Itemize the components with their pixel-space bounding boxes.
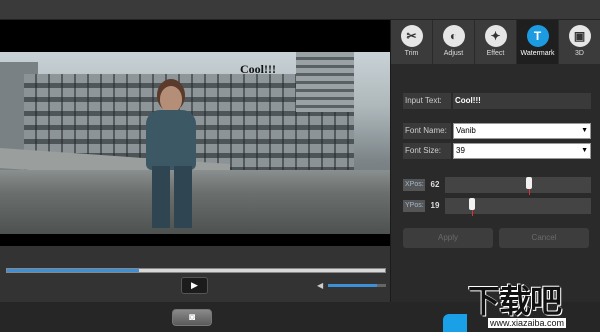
xpos-slider-tick xyxy=(529,189,530,195)
tab-label: Watermark xyxy=(520,50,555,57)
watermark-overlay-text: Cool!!! xyxy=(240,62,276,76)
chevron-down-icon: ▼ xyxy=(581,147,588,154)
ypos-slider-tick xyxy=(472,210,473,216)
ypos-row: YPos: 19 xyxy=(403,198,591,216)
site-logo-url: www.xiazaiba.com xyxy=(488,318,567,328)
cancel-button[interactable]: Cancel xyxy=(499,228,589,248)
xpos-slider[interactable] xyxy=(445,177,591,195)
snapshot-button[interactable]: ◙ xyxy=(172,309,212,326)
font-size-label: Font Size: xyxy=(403,143,451,159)
person-head xyxy=(160,86,182,112)
font-name-select[interactable]: Vanib ▼ xyxy=(453,123,591,139)
font-size-row: Font Size: 39 ▼ xyxy=(403,143,591,159)
play-icon: ▶ xyxy=(191,280,198,290)
tab-3d[interactable]: ▣ 3D xyxy=(559,20,600,64)
apply-button[interactable]: Apply xyxy=(403,228,493,248)
speaker-icon[interactable]: ◀ xyxy=(317,281,323,290)
input-text-row: Input Text: Cool!!! xyxy=(403,93,591,109)
font-name-value: Vanib xyxy=(456,126,476,135)
tower xyxy=(296,52,354,112)
font-name-label: Font Name: xyxy=(403,123,451,139)
tab-effect[interactable]: ✦ Effect xyxy=(475,20,517,64)
video-preview: Cool!!! xyxy=(0,20,390,246)
playback-controls: ▶ ◀ xyxy=(0,246,390,302)
seek-progress xyxy=(7,269,140,272)
tab-label: Trim xyxy=(404,50,419,57)
xpos-label: XPos: xyxy=(403,179,425,191)
input-text-field[interactable]: Cool!!! xyxy=(453,93,591,109)
person-body xyxy=(146,110,196,170)
play-button[interactable]: ▶ xyxy=(181,277,208,294)
tab-bar: ✂ Trim ◐ Adjust ✦ Effect T Watermark ▣ 3D xyxy=(391,20,600,64)
tab-label: 3D xyxy=(575,50,584,57)
font-size-value: 39 xyxy=(456,146,465,155)
blue-button-fragment[interactable] xyxy=(443,314,467,332)
person xyxy=(140,86,202,232)
tab-trim[interactable]: ✂ Trim xyxy=(391,20,433,64)
edit-panel: ✂ Trim ◐ Adjust ✦ Effect T Watermark ▣ 3D Input T… xyxy=(390,20,600,302)
app-window: Cool!!! ▶ ◀ ◙ ✂ Trim ◐ Adjust ✦ Effect T Waterm… xyxy=(0,0,600,332)
chevron-down-icon: ▼ xyxy=(581,127,588,134)
ypos-slider[interactable] xyxy=(445,198,591,216)
video-frame: Cool!!! xyxy=(0,52,390,234)
person-legs xyxy=(152,166,192,228)
font-size-select[interactable]: 39 ▼ xyxy=(453,143,591,159)
volume-slider[interactable] xyxy=(328,284,386,287)
ypos-slider-thumb[interactable] xyxy=(469,198,475,210)
camera-icon: ◙ xyxy=(188,312,196,323)
tab-watermark[interactable]: T Watermark xyxy=(517,20,559,64)
magic-wand-icon: ✦ xyxy=(484,25,507,47)
scissors-icon: ✂ xyxy=(400,25,423,47)
site-logo: 下载吧 www.xiazaiba.com xyxy=(468,274,600,332)
volume-level xyxy=(328,284,378,287)
xpos-value: 62 xyxy=(430,180,440,189)
tab-adjust[interactable]: ◐ Adjust xyxy=(433,20,475,64)
font-name-row: Font Name: Vanib ▼ xyxy=(403,123,591,139)
seek-bar[interactable] xyxy=(6,268,386,273)
tab-label: Effect xyxy=(486,50,505,57)
xpos-slider-thumb[interactable] xyxy=(526,177,532,189)
watermark-icon: T xyxy=(526,25,549,47)
brightness-icon: ◐ xyxy=(442,25,465,47)
input-text-label: Input Text: xyxy=(403,93,451,109)
ypos-value: 19 xyxy=(430,201,440,210)
xpos-row: XPos: 62 xyxy=(403,177,591,195)
title-bar xyxy=(0,0,600,20)
ypos-label: YPos: xyxy=(403,200,425,212)
site-logo-mark: 下载吧 xyxy=(468,282,562,320)
tab-label: Adjust xyxy=(443,50,464,57)
3d-icon: ▣ xyxy=(568,25,591,47)
